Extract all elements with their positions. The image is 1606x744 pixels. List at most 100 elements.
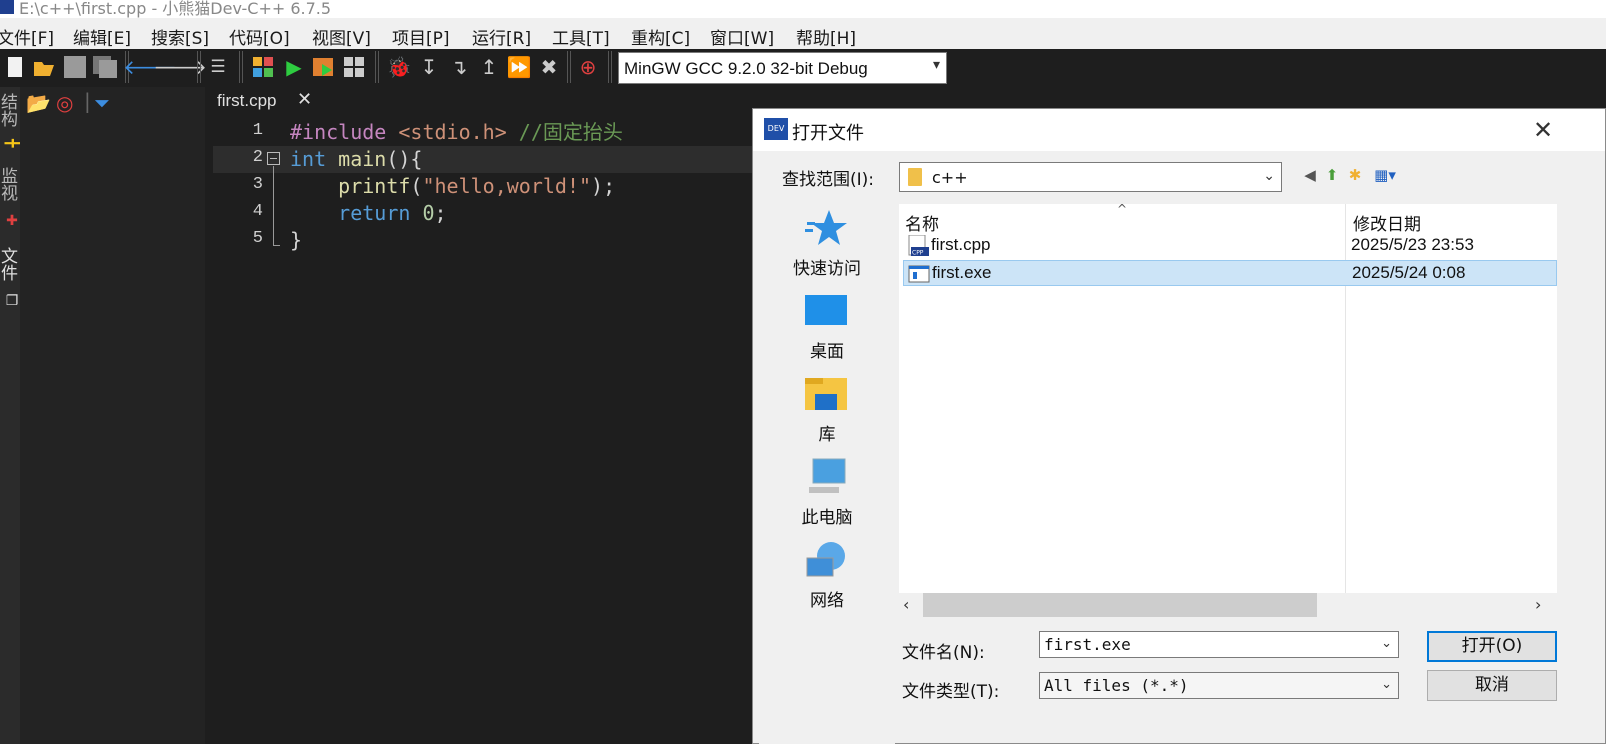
menu-code[interactable]: 代码[O] — [229, 24, 290, 49]
file-name: first.exe — [932, 263, 992, 282]
line-number: 5 — [252, 229, 263, 248]
file-list[interactable]: 名称 ^ 修改日期 CPP first.cpp 2025/5/23 23:53 … — [899, 202, 1557, 604]
horizontal-scrollbar[interactable]: ‹ › — [899, 593, 1557, 617]
chevron-down-icon: ⌄ — [1263, 168, 1275, 184]
dialog-title-bar: DEV 打开文件 ✕ — [753, 109, 1605, 151]
fold-toggle-icon[interactable] — [267, 152, 280, 165]
computer-icon — [809, 458, 846, 493]
new-file-icon[interactable] — [2, 54, 28, 80]
filename-input[interactable]: first.exe ⌄ — [1039, 631, 1399, 658]
compiler-select[interactable]: MinGW GCC 9.2.0 32-bit Debug ▾ — [618, 52, 947, 84]
code-line: 1 #include <stdio.h> //固定抬头 — [213, 119, 753, 146]
line-number: 3 — [252, 175, 263, 194]
format-code-icon[interactable]: ☰ — [205, 54, 231, 80]
place-network[interactable]: 网络 — [759, 536, 895, 618]
filetype-value: All files (*.*) — [1044, 676, 1189, 695]
menu-run[interactable]: 运行[R] — [472, 24, 531, 49]
exe-file-icon — [908, 265, 930, 283]
look-in-select[interactable]: c++ ⌄ — [899, 162, 1282, 192]
side-panel: 📂 ◎ | ⏷ — [20, 87, 205, 744]
open-button[interactable]: 打开(O) — [1427, 631, 1557, 662]
watch-icon: ✚ — [4, 213, 20, 229]
place-quick-access[interactable]: 快速访问 — [759, 204, 895, 286]
scrollbar-thumb[interactable] — [923, 593, 1317, 617]
toolbar-separator — [375, 51, 379, 83]
debug-bug-icon[interactable]: 🐞 — [386, 54, 412, 80]
place-label: 桌面 — [810, 342, 844, 362]
window-title: E:\c++\first.cpp - 小熊猫Dev-C++ 6.7.5 — [19, 0, 332, 18]
scroll-left-icon[interactable]: ‹ — [903, 595, 909, 614]
code-editor[interactable]: 1 #include <stdio.h> //固定抬头 2 int main()… — [213, 117, 753, 744]
stop-debug-icon[interactable]: ✖ — [536, 54, 562, 80]
code-token: "hello,world!" — [422, 174, 592, 198]
code-token: ( — [410, 174, 423, 198]
folder-icon — [908, 168, 922, 186]
menu-refactor[interactable]: 重构[C] — [631, 24, 690, 49]
cancel-button[interactable]: 取消 — [1427, 670, 1557, 701]
filename-label: 文件名(N): — [902, 643, 985, 663]
compile-run-icon[interactable] — [311, 54, 337, 80]
run-icon[interactable]: ▶ — [281, 54, 307, 80]
code-line: 4 return 0; — [213, 200, 753, 227]
save-icon[interactable] — [62, 54, 88, 80]
compile-icon[interactable] — [250, 54, 276, 80]
file-date: 2025/5/24 0:08 — [1352, 263, 1466, 282]
scroll-right-icon[interactable]: › — [1535, 595, 1541, 614]
toolbar-separator — [239, 51, 243, 83]
step-into-icon[interactable]: ↴ — [446, 54, 472, 80]
view-menu-icon[interactable]: ▦▾ — [1369, 165, 1401, 185]
close-icon[interactable]: ✕ — [297, 89, 312, 110]
back-icon[interactable]: ◀ — [1300, 165, 1320, 185]
column-header-name[interactable]: 名称 — [905, 210, 939, 235]
sort-arrow-icon: ^ — [1117, 202, 1128, 216]
menu-view[interactable]: 视图[V] — [312, 24, 371, 49]
up-folder-icon[interactable]: ⬆ — [1322, 165, 1342, 185]
code-token: return — [338, 201, 411, 225]
tab-first-cpp[interactable]: first.cpp — [217, 91, 277, 111]
compiler-select-value: MinGW GCC 9.2.0 32-bit Debug — [624, 59, 868, 78]
file-date: 2025/5/23 23:53 — [1351, 235, 1474, 254]
close-icon[interactable]: ✕ — [1529, 115, 1557, 145]
rebuild-icon[interactable] — [341, 54, 367, 80]
menu-project[interactable]: 项目[P] — [392, 24, 450, 49]
save-all-icon[interactable] — [92, 54, 118, 80]
chevron-down-icon: ▾ — [932, 57, 940, 73]
code-token: //固定抬头 — [506, 120, 623, 144]
column-header-date[interactable]: 修改日期 — [1353, 210, 1421, 235]
menu-edit[interactable]: 编辑[E] — [73, 24, 131, 49]
chevron-down-icon[interactable]: ⌄ — [1381, 636, 1392, 651]
file-row[interactable]: CPP first.cpp 2025/5/23 23:53 — [903, 233, 1557, 259]
menu-file[interactable]: 文件[F] — [0, 24, 54, 49]
file-row-selected[interactable]: first.exe 2025/5/24 0:08 — [903, 260, 1557, 286]
place-desktop[interactable]: 桌面 — [759, 287, 895, 369]
filetype-select[interactable]: All files (*.*) ⌄ — [1039, 672, 1399, 699]
place-this-pc[interactable]: 此电脑 — [759, 453, 895, 535]
side-tab-watch[interactable]: 监视 — [0, 167, 20, 201]
locate-target-icon[interactable]: ◎ — [56, 91, 73, 115]
place-libraries[interactable]: 库 — [759, 370, 895, 452]
menu-help[interactable]: 帮助[H] — [796, 24, 856, 49]
forward-arrow-icon[interactable]: 🡒 — [153, 54, 207, 80]
new-folder-icon[interactable]: ✱ — [1345, 165, 1365, 185]
step-over-icon[interactable]: ↧ — [416, 54, 442, 80]
desktop-icon — [805, 295, 847, 325]
filter-icon[interactable]: ⏷ — [94, 91, 110, 115]
network-globe-icon — [806, 542, 845, 577]
code-line: 3 printf("hello,world!"); — [213, 173, 753, 200]
side-tab-structure[interactable]: 结构 — [0, 93, 20, 127]
menu-search[interactable]: 搜索[S] — [151, 24, 209, 49]
menu-bar: 文件[F] 编辑[E] 搜索[S] 代码[O] 视图[V] 项目[P] 运行[R… — [0, 18, 1606, 49]
side-tab-files[interactable]: 文件 — [0, 247, 20, 281]
step-out-icon[interactable]: ↥ — [476, 54, 502, 80]
code-token: main — [338, 147, 387, 171]
menu-window[interactable]: 窗口[W] — [710, 24, 774, 49]
dialog-title: 打开文件 — [792, 123, 864, 144]
menu-tools[interactable]: 工具[T] — [552, 24, 610, 49]
open-folder-icon[interactable] — [31, 54, 57, 80]
code-token: printf — [338, 174, 411, 198]
title-bar: E:\c++\first.cpp - 小熊猫Dev-C++ 6.7.5 — [0, 0, 1606, 18]
open-folder-icon[interactable]: 📂 — [26, 91, 51, 115]
continue-icon[interactable]: ⏩ — [506, 54, 532, 80]
add-watch-icon[interactable]: ⊕ — [575, 54, 601, 80]
